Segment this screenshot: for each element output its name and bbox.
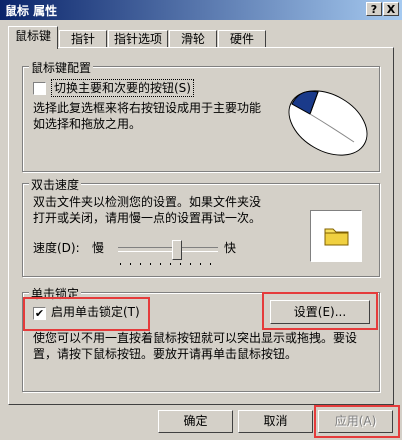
close-button[interactable]: X [383, 2, 399, 16]
switch-buttons-label[interactable]: 切换主要和次要的按钮(S) [51, 79, 194, 97]
tab-buttons[interactable]: 鼠标键 [8, 26, 58, 49]
highlight-settings-button [262, 292, 378, 330]
highlight-click-lock-checkbox [23, 297, 150, 331]
ok-button[interactable]: 确定 [158, 410, 233, 433]
switch-buttons-checkbox[interactable] [33, 82, 46, 95]
button-config-title: 鼠标键配置 [29, 59, 94, 76]
double-click-desc-2: 打开或关闭，请用慢一点的设置再试一次。 [33, 211, 262, 225]
speed-fast-label: 快 [224, 241, 237, 255]
test-folder-box[interactable] [310, 210, 362, 262]
button-config-desc-1: 选择此复选框来将右按钮设成用于主要功能 [33, 101, 262, 115]
speed-label: 速度(D): [33, 241, 80, 255]
folder-icon [324, 228, 349, 246]
tab-hardware[interactable]: 硬件 [218, 30, 266, 48]
button-config-desc-2: 如选择和拖放之用。 [33, 117, 142, 131]
tab-wheel[interactable]: 滑轮 [169, 30, 217, 48]
double-click-desc-1: 双击文件夹以检测您的设置。如果文件夹没 [33, 195, 262, 209]
click-lock-desc-1: 使您可以不用一直按着鼠标按钮就可以突出显示或拖拽。要设 [33, 331, 358, 345]
highlight-apply-button [314, 405, 400, 438]
cancel-button[interactable]: 取消 [238, 410, 313, 433]
help-button[interactable]: ? [366, 2, 382, 16]
speed-slider-ticks [120, 263, 216, 267]
tab-pointer-options[interactable]: 指针选项 [108, 30, 168, 48]
speed-slider-thumb[interactable] [172, 240, 182, 260]
tab-pointers[interactable]: 指针 [59, 30, 107, 48]
window-title: 鼠标 属性 [5, 4, 58, 18]
double-click-title: 双击速度 [29, 176, 82, 193]
speed-slow-label: 慢 [92, 241, 105, 255]
click-lock-desc-2: 置，请按下鼠标按钮。要放开请再单击鼠标按钮。 [33, 347, 298, 361]
title-bar: 鼠标 属性 ? X [0, 0, 402, 20]
mouse-illustration-icon [288, 90, 368, 156]
speed-slider-track[interactable] [118, 247, 218, 252]
